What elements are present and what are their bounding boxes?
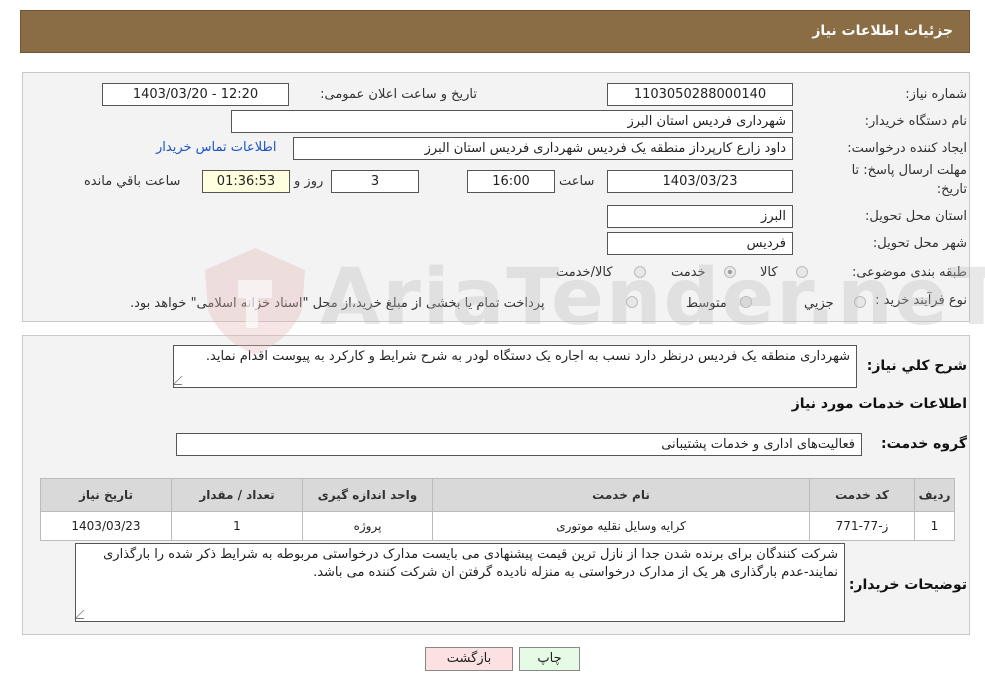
buyer-notes-label: توضیحات خریدار: bbox=[848, 577, 967, 593]
resize-grip-icon[interactable] bbox=[174, 376, 191, 385]
category-radio-goods-service[interactable] bbox=[634, 266, 646, 278]
description-text: شهرداری منطقه یک فردیس درنظر دارد نسب به… bbox=[205, 349, 850, 364]
resize-grip-icon[interactable] bbox=[76, 610, 93, 619]
buyer-notes-textarea[interactable]: شرکت کنندگان برای برنده شدن جدا از نازل … bbox=[75, 543, 845, 622]
buyer-notes-text: شرکت کنندگان برای برنده شدن جدا از نازل … bbox=[103, 547, 838, 580]
city-label: شهر محل تحویل: bbox=[872, 236, 967, 251]
province-field[interactable]: البرز bbox=[607, 205, 793, 228]
deadline-time-label: ساعت bbox=[559, 174, 595, 189]
category-radio-goods[interactable] bbox=[796, 266, 808, 278]
category-option-goods: کالا bbox=[760, 265, 778, 280]
process-radio-medium[interactable] bbox=[740, 296, 752, 308]
need-number-field[interactable]: 1103050288000140 bbox=[607, 83, 793, 106]
deadline-label-line1: مهلت ارسال پاسخ: تا bbox=[851, 163, 967, 178]
deadline-date-field[interactable]: 1403/03/23 bbox=[607, 170, 793, 193]
category-option-service: خدمت bbox=[671, 265, 706, 280]
page-title: جزئیات اطلاعات نیاز bbox=[812, 23, 953, 39]
col-header-row-number: ردیف bbox=[914, 478, 955, 512]
cell-unit: پروژه bbox=[302, 511, 433, 541]
announce-label: تاریخ و ساعت اعلان عمومی: bbox=[320, 87, 477, 102]
process-checkbox-treasury[interactable] bbox=[626, 296, 638, 308]
days-field[interactable]: 3 bbox=[331, 170, 419, 193]
back-button[interactable]: بازگشت bbox=[425, 647, 513, 671]
service-group-label: گروه خدمت: bbox=[881, 436, 967, 452]
process-label: نوع فرآیند خرید : bbox=[875, 293, 967, 308]
cell-service-name: کرایه وسایل نقلیه موتوری bbox=[432, 511, 810, 541]
print-button[interactable]: چاپ bbox=[519, 647, 580, 671]
province-label: استان محل تحویل: bbox=[865, 209, 967, 224]
cell-row-number: 1 bbox=[914, 511, 955, 541]
cell-quantity: 1 bbox=[171, 511, 303, 541]
col-header-need-date: تاریخ نیاز bbox=[40, 478, 172, 512]
buyer-org-label: نام دستگاه خریدار: bbox=[864, 114, 967, 129]
description-label: شرح کلي نیاز: bbox=[866, 358, 967, 374]
col-header-unit: واحد اندازه گیری bbox=[302, 478, 433, 512]
remaining-time-field: 01:36:53 bbox=[202, 170, 290, 193]
remaining-time-label: ساعت باقي مانده bbox=[84, 174, 181, 189]
buyer-contact-link[interactable]: اطلاعات تماس خریدار bbox=[156, 140, 276, 155]
col-header-service-code: کد خدمت bbox=[809, 478, 915, 512]
need-number-label: شماره نیاز: bbox=[905, 87, 967, 102]
deadline-time-field[interactable]: 16:00 bbox=[467, 170, 555, 193]
table-row: 1 ز-77-771 کرایه وسایل نقلیه موتوری پروژ… bbox=[40, 511, 955, 541]
cell-service-code: ز-77-771 bbox=[809, 511, 915, 541]
services-heading: اطلاعات خدمات مورد نیاز bbox=[791, 396, 967, 412]
col-header-quantity: تعداد / مقدار bbox=[171, 478, 303, 512]
buyer-org-field[interactable]: شهرداری فردیس استان البرز bbox=[231, 110, 793, 133]
days-label: روز و bbox=[294, 174, 324, 189]
col-header-service-name: نام خدمت bbox=[432, 478, 810, 512]
creator-label: ایجاد کننده درخواست: bbox=[847, 141, 967, 156]
process-radio-minor[interactable] bbox=[854, 296, 866, 308]
description-textarea[interactable]: شهرداری منطقه یک فردیس درنظر دارد نسب به… bbox=[173, 345, 857, 388]
items-table: ردیف کد خدمت نام خدمت واحد اندازه گیری ت… bbox=[40, 478, 955, 541]
category-radio-service[interactable] bbox=[724, 266, 736, 278]
service-group-field[interactable]: فعالیت‌های اداری و خدمات پشتیبانی bbox=[176, 433, 862, 456]
city-field[interactable]: فردیس bbox=[607, 232, 793, 255]
deadline-label-line2: تاریخ: bbox=[936, 182, 967, 197]
creator-field[interactable]: داود زارع کارپرداز منطقه یک فردیس شهردار… bbox=[293, 137, 793, 160]
process-treasury-note: پرداخت تمام یا بخشی از مبلغ خرید،از محل … bbox=[130, 296, 545, 311]
category-option-goods-service: کالا/خدمت bbox=[556, 265, 613, 280]
category-label: طبقه بندی موضوعی: bbox=[851, 265, 967, 280]
announce-field[interactable]: 1403/03/20 - 12:20 bbox=[102, 83, 289, 106]
cell-need-date: 1403/03/23 bbox=[40, 511, 172, 541]
page-header: جزئیات اطلاعات نیاز bbox=[20, 10, 970, 53]
table-header-row: ردیف کد خدمت نام خدمت واحد اندازه گیری ت… bbox=[40, 478, 955, 512]
process-option-minor: جزیي bbox=[804, 296, 834, 311]
process-option-medium: متوسط bbox=[686, 296, 727, 311]
items-table-wrapper: ردیف کد خدمت نام خدمت واحد اندازه گیری ت… bbox=[40, 478, 955, 541]
